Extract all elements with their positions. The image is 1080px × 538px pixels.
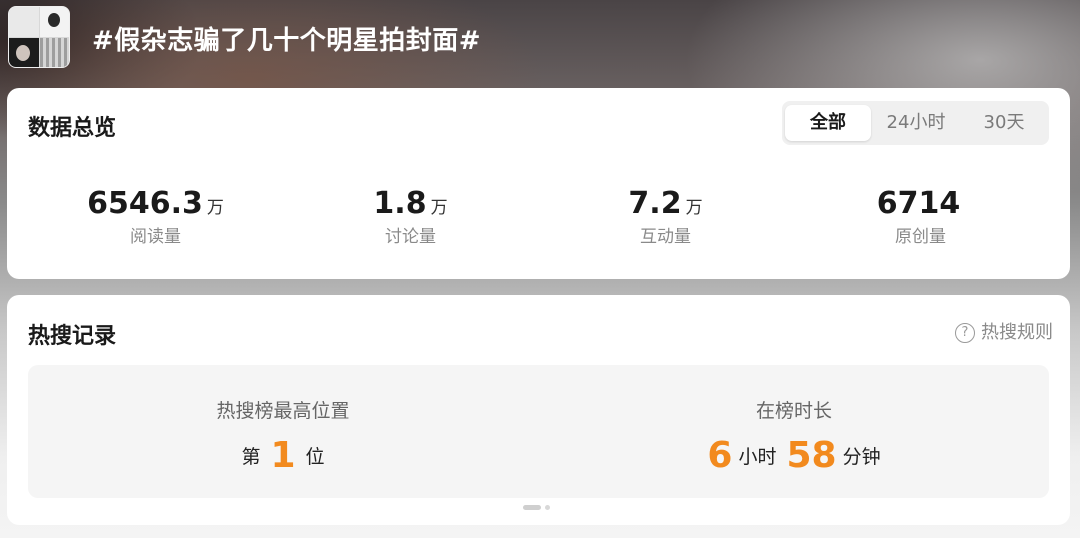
stat-value: 6546.3 — [87, 186, 203, 221]
stat-label: 原创量 — [895, 227, 946, 247]
stat-value: 6714 — [876, 186, 961, 221]
stat-discussions: 1.8 万 讨论量 — [283, 186, 538, 247]
hot-search-panel: 热搜榜最高位置 第1位 在榜时长 6 小时 58 分钟 — [28, 365, 1049, 498]
thumbnail-tile — [9, 38, 39, 67]
hot-search-rules-link[interactable]: ? 热搜规则 — [955, 318, 1053, 344]
thumbnail-tile — [40, 7, 69, 37]
stat-unit: 万 — [430, 198, 448, 218]
pagination-dots — [523, 505, 563, 511]
page-dot-active[interactable] — [523, 505, 541, 510]
stat-originals: 6714 原创量 — [793, 186, 1048, 247]
tab-all[interactable]: 全部 — [785, 105, 871, 141]
stat-unit: 万 — [206, 198, 224, 218]
stat-value: 1.8 — [373, 186, 427, 221]
stat-reads: 6546.3 万 阅读量 — [28, 186, 283, 247]
time-range-tabs: 全部 24小时 30天 — [782, 101, 1049, 145]
tab-30d[interactable]: 30天 — [962, 105, 1046, 141]
peak-value: 1 — [270, 435, 296, 476]
stat-interactions: 7.2 万 互动量 — [538, 186, 793, 247]
topic-header: #假杂志骗了几十个明星拍封面# — [8, 6, 908, 68]
stat-unit: 万 — [685, 198, 703, 218]
stat-label: 阅读量 — [130, 227, 181, 247]
tab-24h[interactable]: 24小时 — [874, 105, 958, 141]
page-dot[interactable] — [545, 505, 550, 510]
topic-thumbnail[interactable] — [8, 6, 70, 68]
question-circle-icon: ? — [955, 323, 975, 343]
overview-title: 数据总览 — [28, 116, 117, 141]
stat-label: 讨论量 — [385, 227, 436, 247]
peak-suffix: 位 — [305, 446, 325, 468]
thumbnail-tile — [40, 38, 69, 67]
overview-card: 数据总览 全部 24小时 30天 6546.3 万 阅读量 1.8 万 讨论量 7.… — [7, 88, 1070, 279]
hot-search-title: 热搜记录 — [28, 324, 117, 349]
hot-search-card: 热搜记录 ? 热搜规则 热搜榜最高位置 第1位 在榜时长 6 小时 58 分钟 — [7, 295, 1070, 525]
hours-unit: 小时 — [738, 446, 777, 468]
duration-heading: 在榜时长 — [755, 400, 832, 422]
rules-label: 热搜规则 — [981, 322, 1053, 343]
stat-label: 互动量 — [640, 227, 691, 247]
peak-prefix: 第 — [241, 446, 261, 468]
topic-title: #假杂志骗了几十个明星拍封面# — [92, 26, 482, 56]
stat-value: 7.2 — [628, 186, 682, 221]
peak-heading: 热搜榜最高位置 — [216, 400, 350, 422]
duration-hours: 6 — [707, 435, 733, 476]
duration-minutes: 58 — [786, 435, 837, 476]
minutes-unit: 分钟 — [842, 446, 881, 468]
thumbnail-tile — [9, 7, 39, 37]
